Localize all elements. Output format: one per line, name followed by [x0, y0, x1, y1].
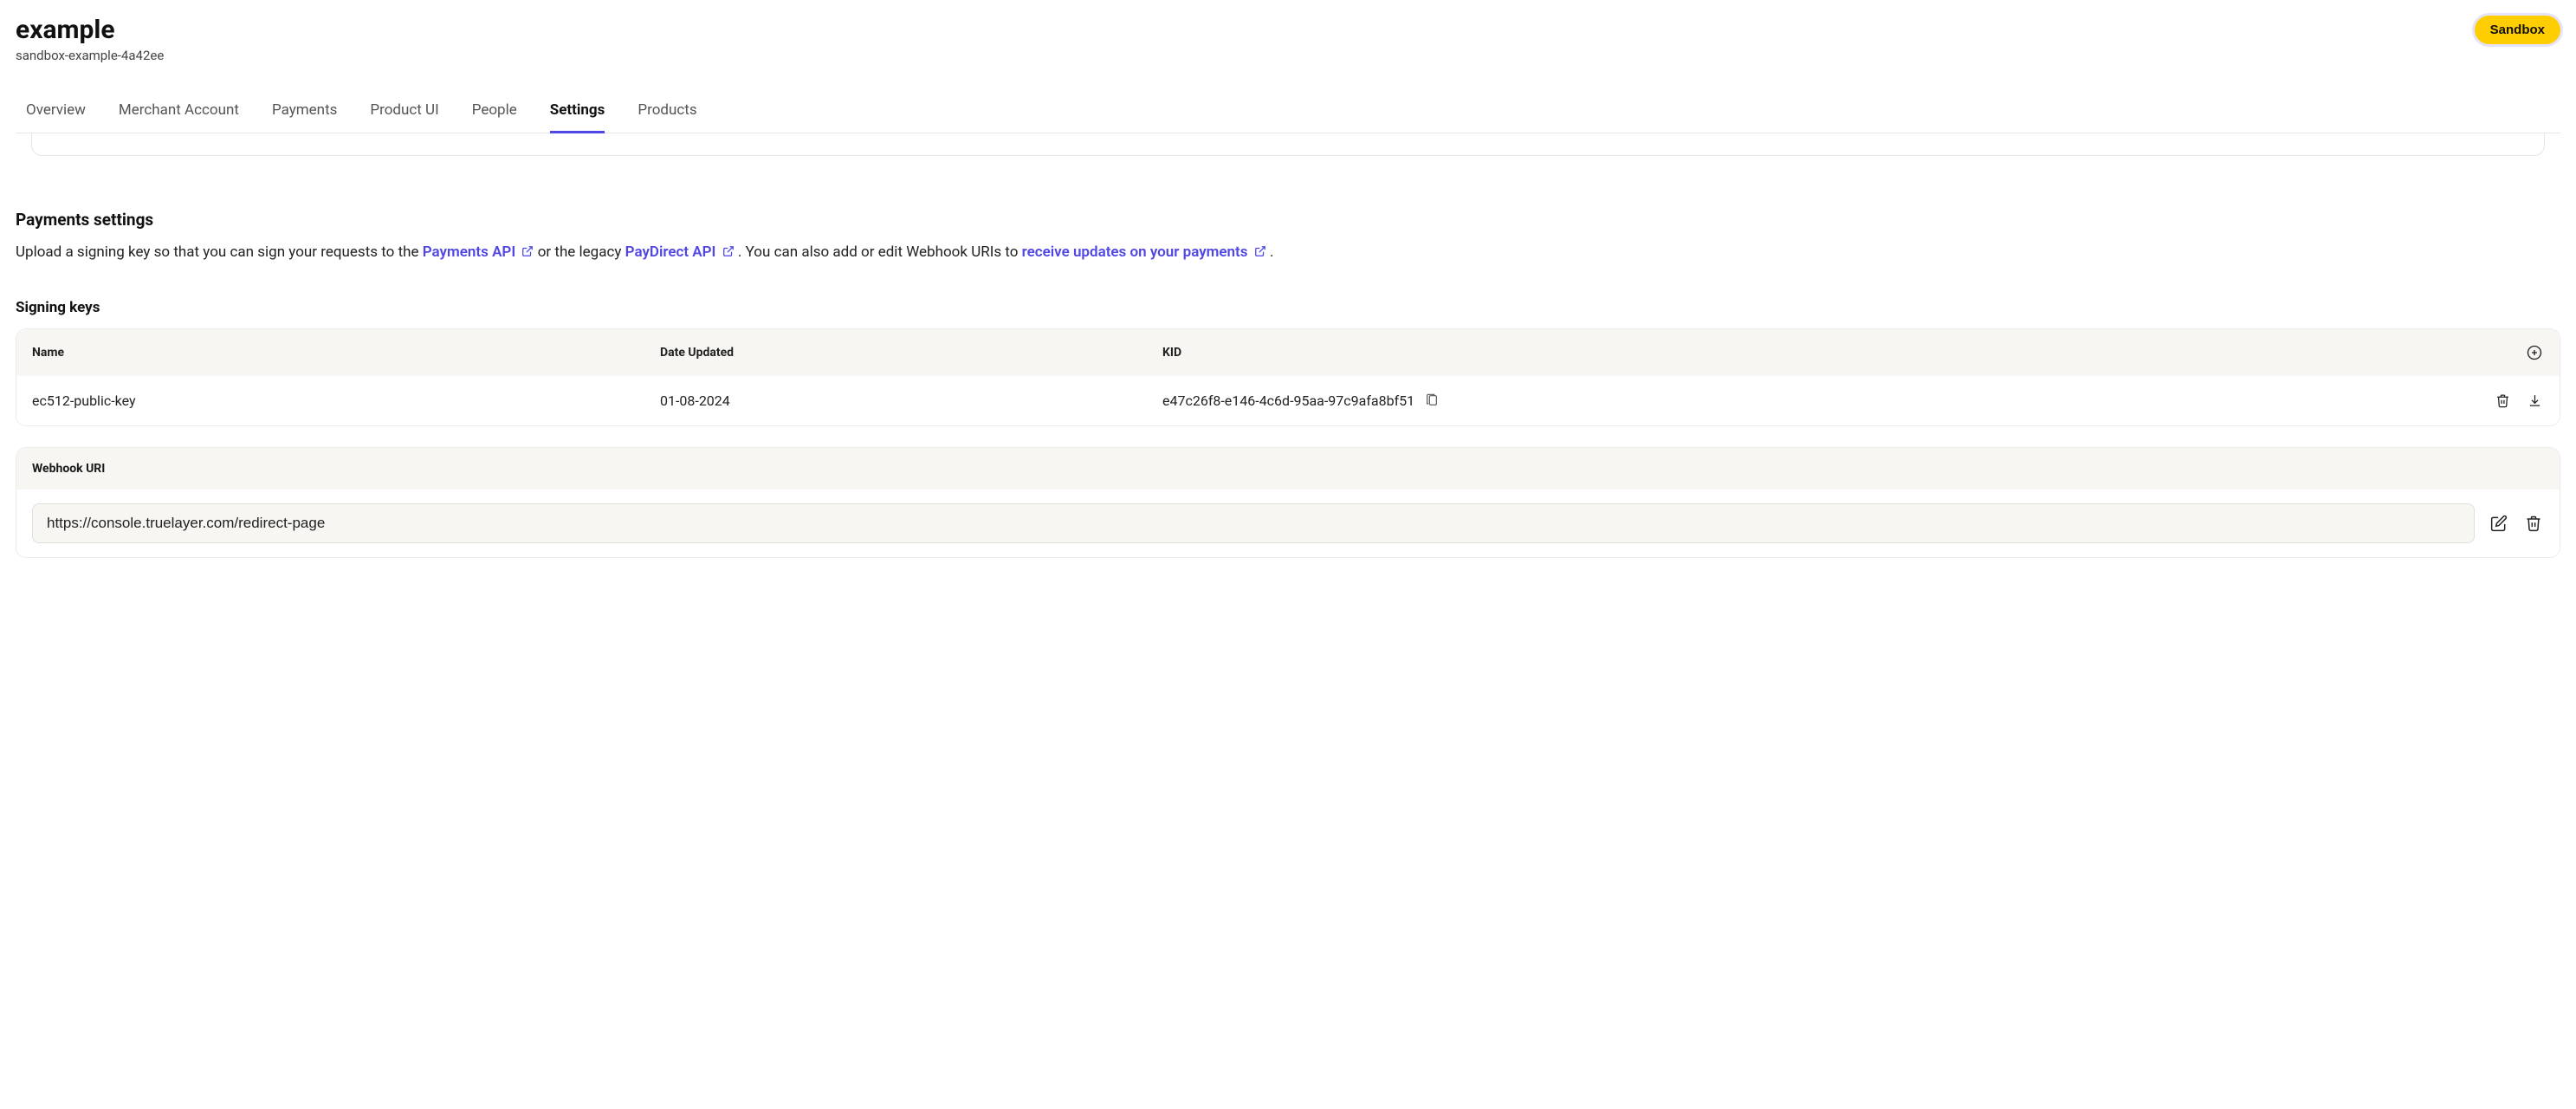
signing-keys-table: Name Date Updated KID ec512-public-key 0…	[16, 328, 2560, 426]
tab-merchant-account[interactable]: Merchant Account	[119, 93, 239, 133]
previous-card-fragment	[31, 133, 2545, 156]
desc-text: .	[1270, 243, 1273, 261]
tabs: Overview Merchant Account Payments Produ…	[16, 93, 2560, 133]
edit-icon	[2490, 515, 2508, 532]
sandbox-badge[interactable]: Sandbox	[2475, 16, 2560, 44]
column-header-kid: KID	[1162, 346, 2475, 360]
tab-product-ui[interactable]: Product UI	[370, 93, 438, 133]
tab-people[interactable]: People	[472, 93, 517, 133]
paydirect-api-link[interactable]: PayDirect API	[625, 243, 738, 261]
table-row: ec512-public-key 01-08-2024 e47c26f8-e14…	[16, 376, 2560, 425]
edit-webhook-button[interactable]	[2489, 513, 2509, 534]
desc-text: . You can also add or edit Webhook URIs …	[738, 243, 1022, 261]
payments-settings-description: Upload a signing key so that you can sig…	[16, 242, 2560, 264]
column-header-date-updated: Date Updated	[660, 346, 1162, 360]
tab-settings[interactable]: Settings	[550, 93, 605, 133]
receive-updates-link[interactable]: receive updates on your payments	[1022, 243, 1270, 261]
key-kid-cell: e47c26f8-e146-4c6d-95aa-97c9afa8bf51	[1162, 392, 1414, 409]
payments-settings-title: Payments settings	[16, 210, 2560, 230]
key-date-cell: 01-08-2024	[660, 392, 1162, 409]
delete-key-button[interactable]	[2494, 392, 2512, 410]
column-header-name: Name	[32, 346, 660, 360]
plus-circle-icon	[2527, 345, 2542, 360]
paydirect-api-link-label: PayDirect API	[625, 243, 716, 261]
webhook-uri-card: Webhook URI	[16, 447, 2560, 558]
page-subtitle: sandbox-example-4a42ee	[16, 48, 164, 63]
download-key-button[interactable]	[2526, 392, 2544, 410]
copy-kid-button[interactable]	[1423, 392, 1440, 409]
clipboard-icon	[1425, 393, 1439, 407]
tab-products[interactable]: Products	[638, 93, 696, 133]
webhook-uri-input[interactable]	[32, 503, 2475, 543]
download-icon	[2527, 393, 2542, 408]
table-header-row: Name Date Updated KID	[16, 329, 2560, 376]
page-title: example	[16, 16, 164, 44]
add-key-button[interactable]	[2525, 343, 2544, 362]
payments-api-link-label: Payments API	[423, 243, 516, 261]
external-link-icon	[1254, 245, 1266, 257]
desc-text: or the legacy	[538, 243, 625, 261]
trash-icon	[2495, 393, 2510, 408]
external-link-icon	[521, 245, 534, 257]
receive-updates-link-label: receive updates on your payments	[1022, 243, 1248, 261]
external-link-icon	[722, 245, 735, 257]
trash-icon	[2525, 515, 2542, 532]
tab-overview[interactable]: Overview	[26, 93, 86, 133]
webhook-uri-title: Webhook URI	[16, 448, 2560, 490]
signing-keys-title: Signing keys	[16, 299, 2560, 316]
key-name-cell: ec512-public-key	[32, 392, 660, 409]
desc-text: Upload a signing key so that you can sig…	[16, 243, 423, 261]
delete-webhook-button[interactable]	[2523, 513, 2544, 534]
payments-api-link[interactable]: Payments API	[423, 243, 538, 261]
tab-payments[interactable]: Payments	[272, 93, 337, 133]
